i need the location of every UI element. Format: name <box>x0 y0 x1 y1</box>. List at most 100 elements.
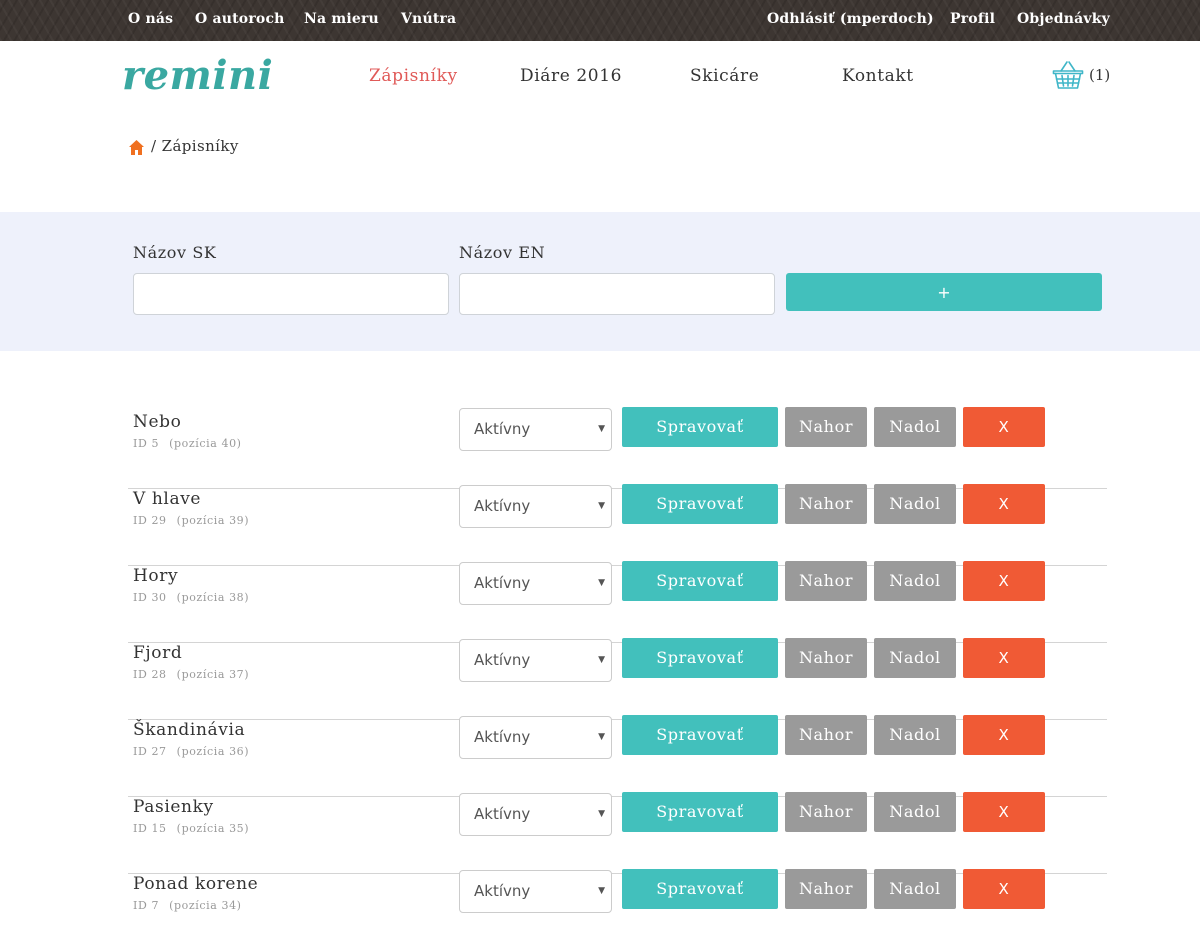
name-sk-label: Názov SK <box>133 243 217 262</box>
status-select[interactable]: Aktívny ▼ <box>459 408 612 451</box>
manage-button[interactable]: Spravovať <box>622 715 778 755</box>
item-id: ID 5 <box>133 437 160 450</box>
name-en-input[interactable] <box>459 273 775 315</box>
top-bar: O nás O autoroch Na mieru Vnútra Odhlási… <box>0 0 1200 41</box>
status-value: Aktívny <box>474 805 531 823</box>
status-value: Aktívny <box>474 651 531 669</box>
home-icon[interactable] <box>128 139 145 156</box>
delete-button[interactable]: X <box>963 715 1045 755</box>
item-position: (pozícia 35) <box>176 822 250 835</box>
status-value: Aktívny <box>474 420 531 438</box>
move-down-button[interactable]: Nadol <box>874 638 956 678</box>
caret-down-icon: ▼ <box>598 886 605 896</box>
item-name: Nebo <box>133 412 182 432</box>
caret-down-icon: ▼ <box>598 424 605 434</box>
topbar-link-profile[interactable]: Profil <box>950 11 995 27</box>
manage-button[interactable]: Spravovať <box>622 561 778 601</box>
table-row: Hory ID 30 (pozícia 38) Aktívny ▼ Spravovať Na… <box>128 561 1107 643</box>
move-down-button[interactable]: Nadol <box>874 407 956 447</box>
move-down-button[interactable]: Nadol <box>874 869 956 909</box>
manage-button[interactable]: Spravovať <box>622 792 778 832</box>
item-position: (pozícia 37) <box>176 668 250 681</box>
delete-button[interactable]: X <box>963 407 1045 447</box>
table-row: Ponad korene ID 7 (pozícia 34) Aktívny ▼ Spra… <box>128 869 1107 930</box>
breadcrumb: / Zápisníky <box>151 137 239 155</box>
item-position: (pozícia 34) <box>169 899 242 912</box>
item-id: ID 7 <box>133 899 160 912</box>
nav-item-diaries[interactable]: Diáre 2016 <box>520 66 622 86</box>
manage-button[interactable]: Spravovať <box>622 869 778 909</box>
name-en-label: Názov EN <box>459 243 546 262</box>
item-position: (pozícia 36) <box>176 745 250 758</box>
move-down-button[interactable]: Nadol <box>874 484 956 524</box>
move-up-button[interactable]: Nahor <box>785 638 867 678</box>
status-value: Aktívny <box>474 882 531 900</box>
status-select[interactable]: Aktívny ▼ <box>459 562 612 605</box>
item-name: V hlave <box>133 489 202 509</box>
caret-down-icon: ▼ <box>598 732 605 742</box>
delete-button[interactable]: X <box>963 638 1045 678</box>
item-id: ID 15 <box>133 822 167 835</box>
add-item-button[interactable]: + <box>786 273 1102 311</box>
caret-down-icon: ▼ <box>598 809 605 819</box>
item-id: ID 27 <box>133 745 167 758</box>
move-up-button[interactable]: Nahor <box>785 407 867 447</box>
table-row: Pasienky ID 15 (pozícia 35) Aktívny ▼ Spravov… <box>128 792 1107 874</box>
item-name: Škandinávia <box>133 720 246 740</box>
item-position: (pozícia 38) <box>176 591 250 604</box>
table-row: Nebo ID 5 (pozícia 40) Aktívny ▼ Spravovať Nah… <box>128 407 1107 489</box>
topbar-link-about[interactable]: O nás <box>128 11 173 27</box>
topbar-link-logout[interactable]: Odhlásiť (mperdoch) <box>767 11 934 27</box>
status-value: Aktívny <box>474 574 531 592</box>
move-up-button[interactable]: Nahor <box>785 484 867 524</box>
status-select[interactable]: Aktívny ▼ <box>459 793 612 836</box>
shopping-basket-icon[interactable] <box>1052 60 1084 90</box>
cart-count[interactable]: (1) <box>1089 66 1110 84</box>
item-id: ID 29 <box>133 514 167 527</box>
item-position: (pozícia 39) <box>176 514 250 527</box>
delete-button[interactable]: X <box>963 561 1045 601</box>
move-up-button[interactable]: Nahor <box>785 561 867 601</box>
topbar-link-orders[interactable]: Objednávky <box>1017 11 1110 27</box>
table-row: Škandinávia ID 27 (pozícia 36) Aktívny ▼ Spra… <box>128 715 1107 797</box>
delete-button[interactable]: X <box>963 484 1045 524</box>
site-logo[interactable]: remini <box>122 52 273 100</box>
item-meta: ID 27 (pozícia 36) <box>133 745 249 758</box>
manage-button[interactable]: Spravovať <box>622 484 778 524</box>
topbar-link-custom[interactable]: Na mieru <box>304 11 379 27</box>
item-position: (pozícia 40) <box>169 437 242 450</box>
status-select[interactable]: Aktívny ▼ <box>459 485 612 528</box>
nav-item-contact[interactable]: Kontakt <box>842 66 914 86</box>
caret-down-icon: ▼ <box>598 578 605 588</box>
move-down-button[interactable]: Nadol <box>874 715 956 755</box>
move-down-button[interactable]: Nadol <box>874 561 956 601</box>
status-select[interactable]: Aktívny ▼ <box>459 716 612 759</box>
status-value: Aktívny <box>474 497 531 515</box>
status-value: Aktívny <box>474 728 531 746</box>
item-meta: ID 29 (pozícia 39) <box>133 514 249 527</box>
delete-button[interactable]: X <box>963 792 1045 832</box>
move-down-button[interactable]: Nadol <box>874 792 956 832</box>
item-id: ID 28 <box>133 668 167 681</box>
item-meta: ID 7 (pozícia 34) <box>133 899 242 912</box>
delete-button[interactable]: X <box>963 869 1045 909</box>
table-row: Fjord ID 28 (pozícia 37) Aktívny ▼ Spravovať N… <box>128 638 1107 720</box>
manage-button[interactable]: Spravovať <box>622 407 778 447</box>
topbar-link-inside[interactable]: Vnútra <box>401 11 456 27</box>
item-meta: ID 15 (pozícia 35) <box>133 822 249 835</box>
item-name: Pasienky <box>133 797 214 817</box>
table-row: V hlave ID 29 (pozícia 39) Aktívny ▼ Spravova… <box>128 484 1107 566</box>
nav-item-sketchbooks[interactable]: Skicáre <box>690 66 759 86</box>
nav-item-notebooks[interactable]: Zápisníky <box>369 66 458 86</box>
status-select[interactable]: Aktívny ▼ <box>459 639 612 682</box>
name-sk-input[interactable] <box>133 273 449 315</box>
move-up-button[interactable]: Nahor <box>785 715 867 755</box>
topbar-link-authors[interactable]: O autoroch <box>195 11 285 27</box>
manage-button[interactable]: Spravovať <box>622 638 778 678</box>
status-select[interactable]: Aktívny ▼ <box>459 870 612 913</box>
item-name: Fjord <box>133 643 183 663</box>
item-meta: ID 28 (pozícia 37) <box>133 668 249 681</box>
move-up-button[interactable]: Nahor <box>785 869 867 909</box>
item-name: Ponad korene <box>133 874 259 894</box>
move-up-button[interactable]: Nahor <box>785 792 867 832</box>
